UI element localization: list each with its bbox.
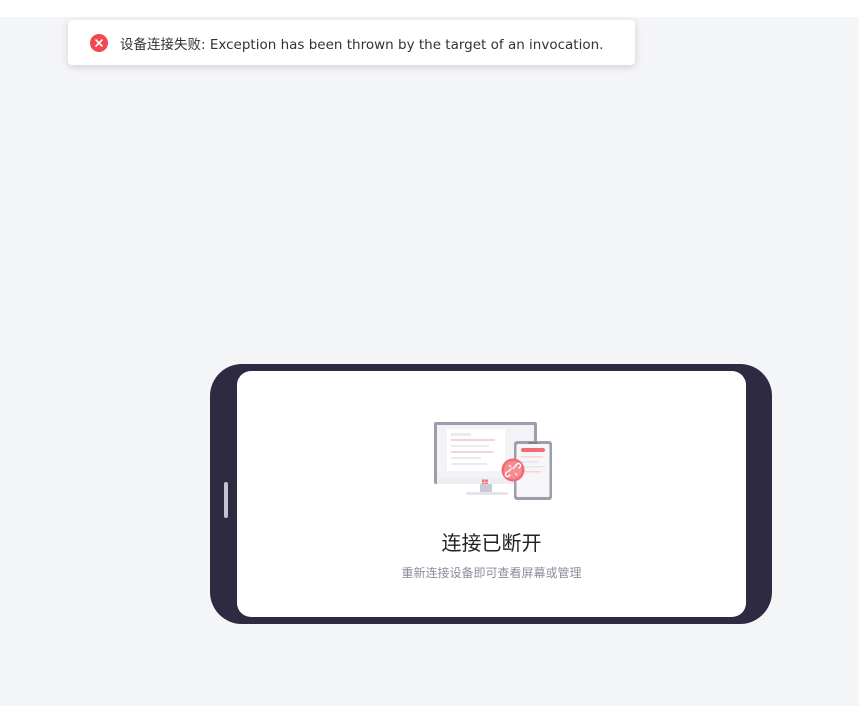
bottom-bar: [0, 706, 859, 713]
error-circle-icon: [90, 33, 108, 52]
disconnected-subtitle: 重新连接设备即可查看屏幕或管理: [401, 566, 582, 580]
phone-frame: 连接已断开 重新连接设备即可查看屏幕或管理: [210, 364, 772, 624]
disconnected-devices-icon: [434, 422, 552, 500]
phone-side-button: [224, 482, 228, 518]
error-message: 设备连接失败: Exception has been thrown by the…: [120, 36, 604, 53]
top-bar: [0, 0, 859, 17]
phone-screen: 连接已断开 重新连接设备即可查看屏幕或管理: [237, 371, 746, 617]
error-toast: 设备连接失败: Exception has been thrown by the…: [68, 20, 635, 65]
disconnected-title: 连接已断开: [441, 531, 542, 555]
